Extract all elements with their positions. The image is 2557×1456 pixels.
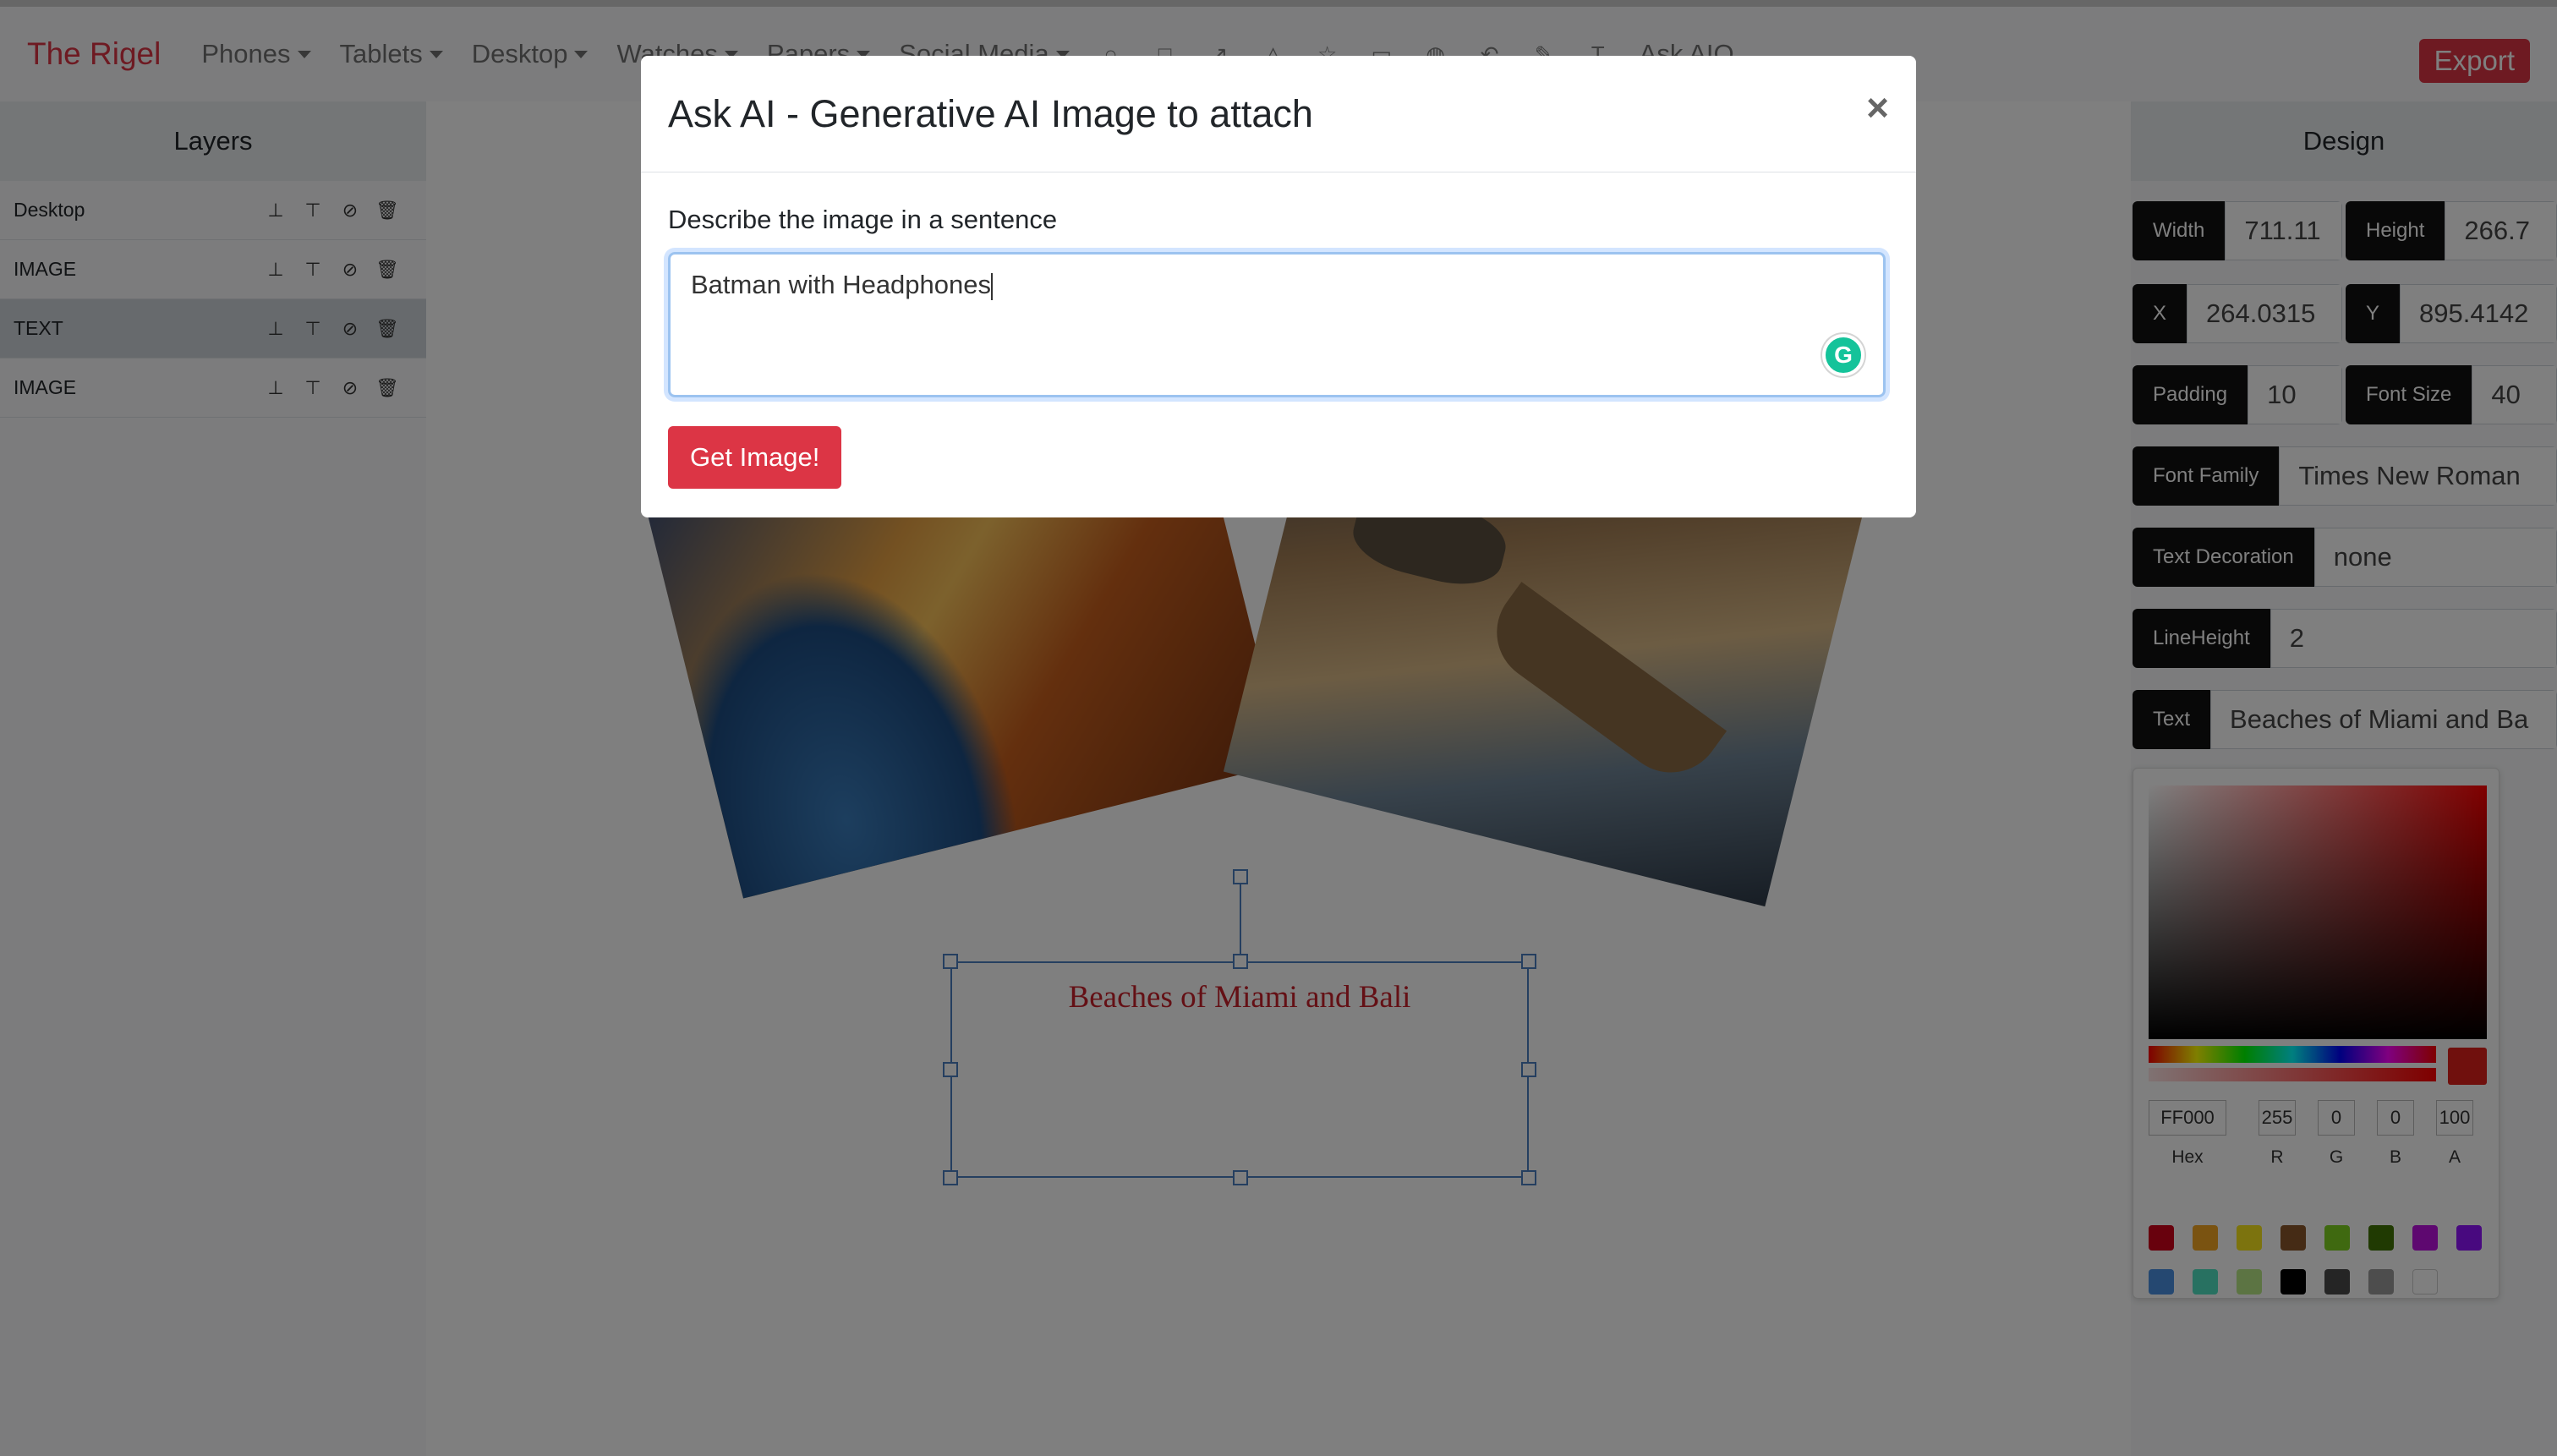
close-icon[interactable]: × [1866,85,1889,130]
ask-ai-modal: Ask AI - Generative AI Image to attach ×… [641,56,1916,517]
get-image-button[interactable]: Get Image! [668,426,842,489]
grammarly-icon[interactable]: G [1822,334,1864,376]
text-cursor [991,272,994,300]
prompt-text: Batman with Headphones [691,270,992,299]
prompt-label: Describe the image in a sentence [668,205,1058,234]
prompt-textarea[interactable]: Batman with Headphones G [668,252,1886,397]
modal-title: Ask AI - Generative AI Image to attach [668,91,1313,135]
modal-header: Ask AI - Generative AI Image to attach × [641,56,1916,172]
